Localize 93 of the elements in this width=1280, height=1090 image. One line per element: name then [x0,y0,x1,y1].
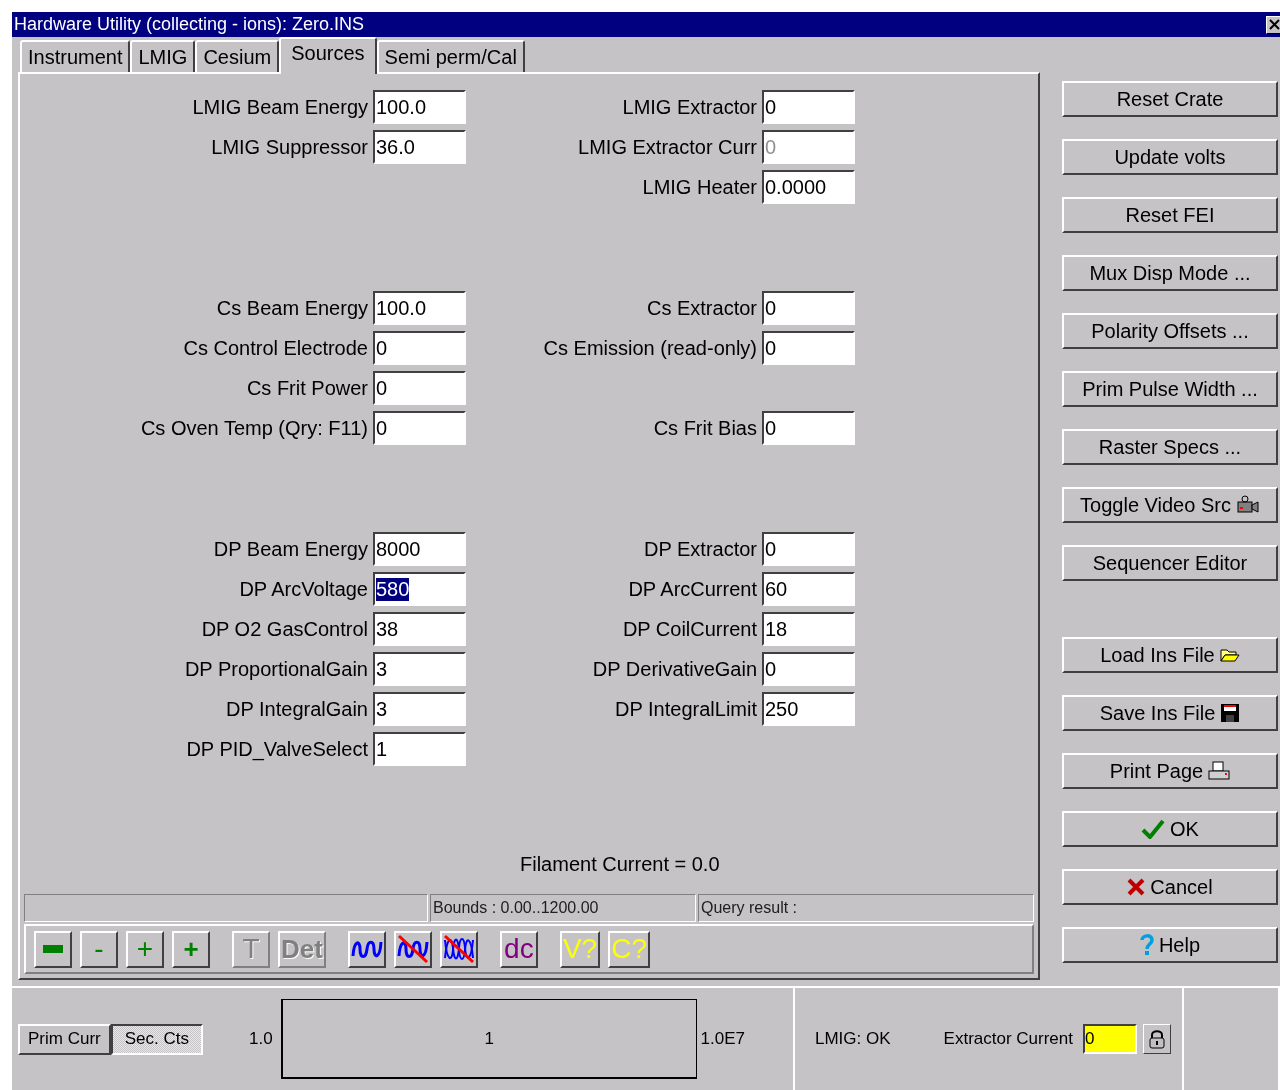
video-camera-icon [1235,495,1260,515]
input-field[interactable]: 0 [762,291,855,325]
scale-display: 1 [280,999,697,1079]
field-label: LMIG Extractor [621,95,757,119]
command-button[interactable]: Prim Pulse Width ... [1062,371,1278,407]
input-field[interactable]: 580 [373,572,466,606]
printer-button[interactable]: Print Page [1062,753,1278,789]
tab[interactable]: LMIG [130,40,196,72]
input-field[interactable]: 8000 [373,532,466,566]
padlock-icon [1148,1029,1166,1049]
command-button[interactable]: Reset FEI [1062,197,1278,233]
filament-current-text: Filament Current = 0.0 [520,853,720,875]
input-field[interactable]: 100.0 [373,291,466,325]
wave-button[interactable] [439,930,478,968]
field-label: LMIG Suppressor [210,135,368,159]
camera-button[interactable]: Toggle Video Src [1062,487,1278,523]
input-field[interactable]: 100.0 [373,90,466,124]
command-button[interactable]: Sequencer Editor [1062,545,1278,581]
question-mark-icon [1139,934,1154,956]
input-field[interactable]: 36.0 [373,130,466,164]
command-button[interactable]: Update volts [1062,139,1278,175]
field-label: LMIG Extractor Curr [577,135,757,159]
check-button[interactable]: OK [1062,811,1278,847]
field-label: DP ArcCurrent [627,577,757,601]
field-label: DP O2 GasControl [200,617,368,641]
wave-button[interactable] [347,930,386,968]
tab[interactable]: Cesium [195,40,280,72]
field-label: DP Beam Energy [212,537,368,561]
tab[interactable]: Semi perm/Cal [376,40,525,72]
folder-icon [1219,647,1240,663]
floppy-button[interactable]: Save Ins File [1062,695,1278,731]
mode-toggle-button[interactable]: Prim Curr [18,1023,111,1055]
command-button[interactable]: Mux Disp Mode ... [1062,255,1278,291]
lock-button[interactable] [1143,1024,1171,1054]
scale-max-label: 1.0E7 [700,1029,746,1049]
field-label: Cs Beam Energy [215,296,368,320]
cross-button[interactable]: Cancel [1062,869,1278,905]
input-field[interactable]: 250 [762,692,855,726]
help-button[interactable]: Help [1062,927,1278,963]
command-button[interactable]: Reset Crate [1062,81,1278,117]
bounds-text: Bounds : 0.00..1200.00 [430,894,696,922]
field-label: DP DerivativeGain [591,657,757,681]
input-field[interactable]: 0 [762,331,855,365]
crossed-double-wave-icon [442,934,475,964]
zoom-out-button[interactable] [34,930,72,968]
wave-button[interactable] [393,930,432,968]
input-field[interactable]: 0 [762,532,855,566]
query-result-text: Query result : [698,894,1034,922]
mode-toggle-button[interactable]: Sec. Cts [110,1023,203,1055]
window-title: Hardware Utility (collecting - ions): Zero.INS [13,14,365,35]
tab[interactable]: Sources [279,37,377,74]
input-field[interactable]: 0 [373,411,466,445]
command-button[interactable]: Raster Specs ... [1062,429,1278,465]
field-label: Cs Extractor [645,296,757,320]
field-label: Cs Emission (read-only) [542,336,757,360]
field-label: DP IntegralLimit [614,697,757,721]
scale-min-label: 1.0 [248,1029,273,1049]
field-label: LMIG Beam Energy [191,95,368,119]
input-field[interactable]: 18 [762,612,855,646]
field-label: DP IntegralGain [225,697,368,721]
extractor-current-field[interactable]: 0 [1083,1024,1137,1054]
input-field[interactable]: 0 [762,90,855,124]
input-field[interactable]: 0.0000 [762,170,855,204]
input-field[interactable]: 3 [373,652,466,686]
input-field[interactable]: 0 [762,411,855,445]
folder-button[interactable]: Load Ins File [1062,637,1278,673]
input-field[interactable]: 38 [373,612,466,646]
input-field[interactable]: 60 [762,572,855,606]
extractor-current-label: Extractor Current [943,1029,1073,1049]
input-field[interactable]: 0 [373,331,466,365]
field-label: Cs Control Electrode [182,336,368,360]
lmig-status-text: LMIG: OK [815,1029,891,1049]
field-label: DP ArcVoltage [238,577,368,601]
field-label: Cs Frit Power [245,376,368,400]
printer-icon [1208,761,1231,781]
field-label: Cs Oven Temp (Qry: F11) [139,416,368,440]
check-icon [1141,819,1166,839]
tab[interactable]: Instrument [20,40,131,72]
field-label: DP PID_ValveSelect [185,737,368,761]
toolbar-button[interactable]: dc [499,930,538,968]
input-field[interactable]: 3 [373,692,466,726]
field-label: Cs Frit Bias [652,416,757,440]
command-button[interactable]: Polarity Offsets ... [1062,313,1278,349]
field-label: LMIG Heater [641,175,757,199]
field-label: DP Extractor [643,537,757,561]
close-button[interactable] [1266,15,1280,34]
input-field[interactable]: 0 [762,652,855,686]
input-field[interactable]: 0 [373,371,466,405]
input-field[interactable]: 1 [373,732,466,766]
field-label: DP ProportionalGain [183,657,368,681]
cross-icon [1127,878,1146,896]
field-label: DP CoilCurrent [621,617,757,641]
crossed-wave-icon [396,934,429,964]
